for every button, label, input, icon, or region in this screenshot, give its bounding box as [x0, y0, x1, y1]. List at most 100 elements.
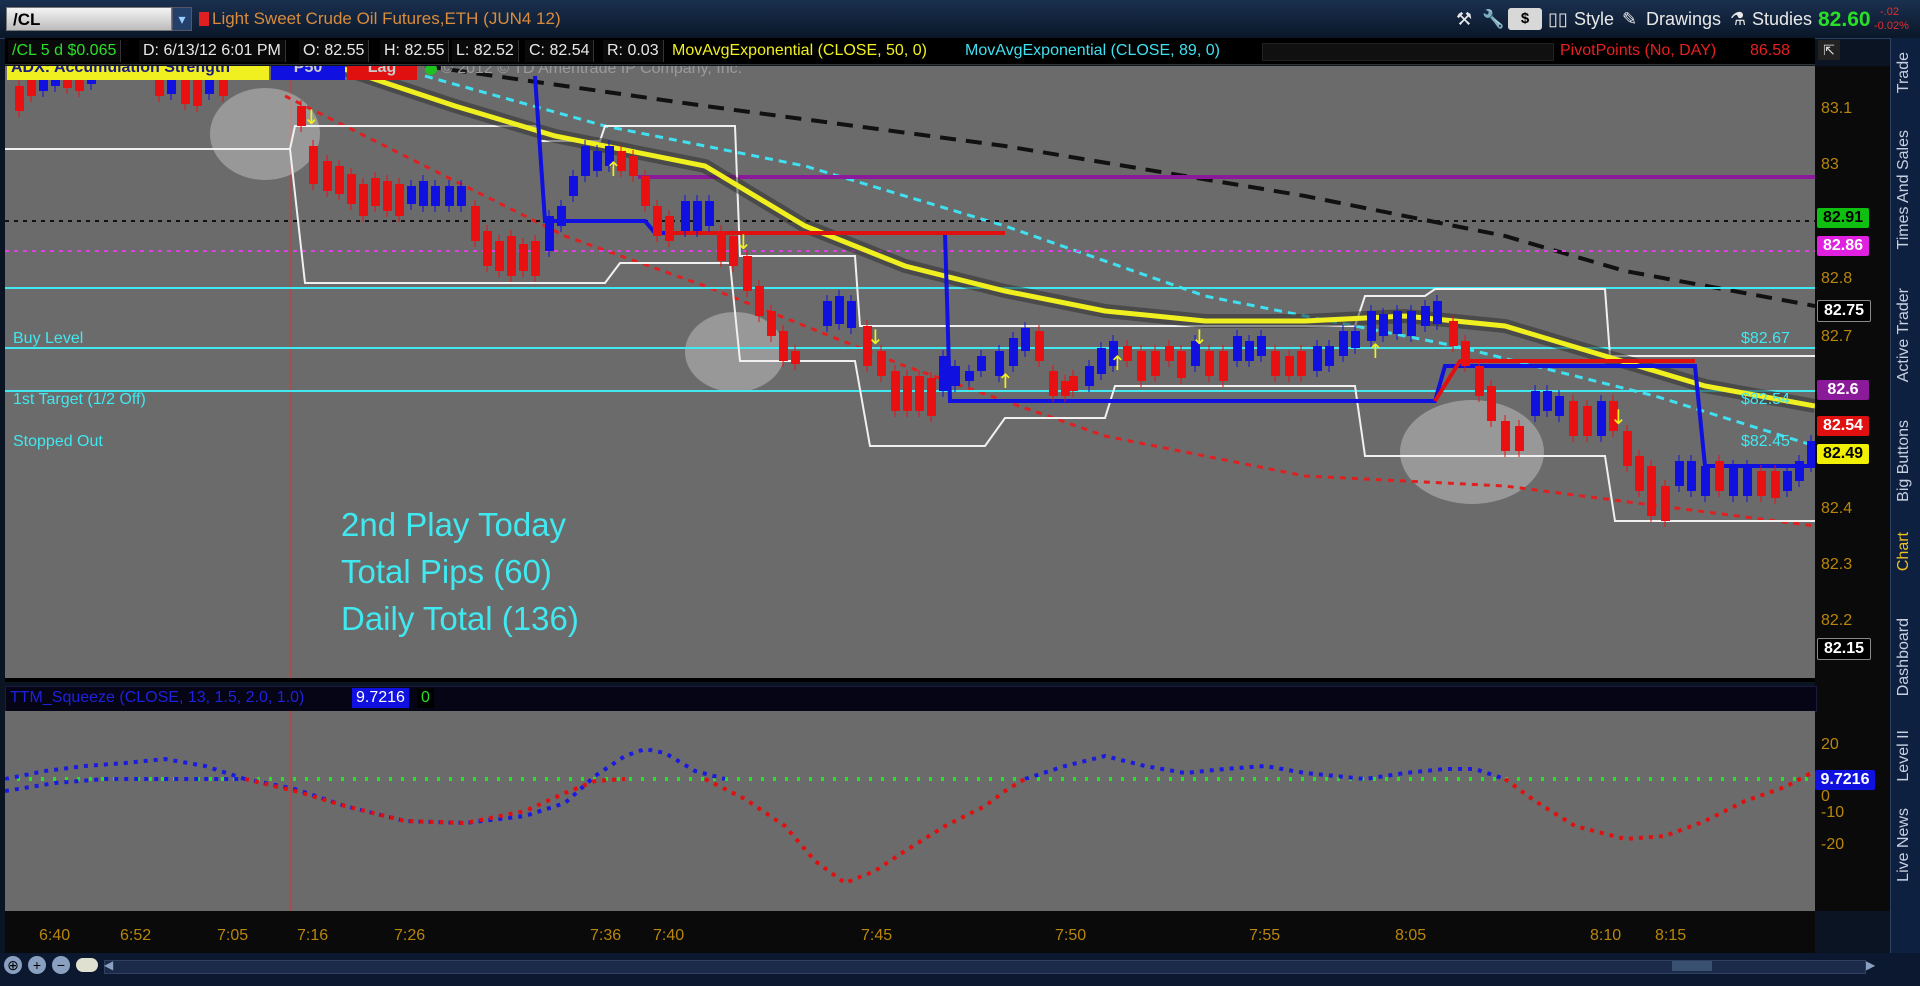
- pivot-label[interactable]: PivotPoints (No, DAY): [1560, 40, 1716, 62]
- drawings-button[interactable]: Drawings: [1646, 8, 1721, 30]
- price-axis[interactable]: 83.1 83 82.8 82.7 82.4 82.3 82.2 82.91 8…: [1815, 66, 1890, 911]
- tab-active-trader[interactable]: Active Trader: [1895, 288, 1913, 382]
- scroll-left-icon[interactable]: ◀: [104, 958, 113, 972]
- tab-level-ii[interactable]: Level II: [1895, 730, 1913, 782]
- channel-lower: [289, 148, 1815, 522]
- pane-separator[interactable]: [5, 678, 1815, 682]
- candle-body: [193, 78, 202, 106]
- price-label-8291: 82.91: [1817, 208, 1869, 228]
- tools-icon[interactable]: ⚒: [1456, 8, 1472, 30]
- candle-body: [1339, 331, 1348, 356]
- ttm-label[interactable]: TTM_Squeeze (CLOSE, 13, 1.5, 2.0, 1.0): [10, 689, 304, 707]
- candle-body: [1165, 346, 1174, 361]
- reset-zoom-icon[interactable]: [76, 958, 98, 972]
- candle-body: [1569, 401, 1578, 436]
- p50-label: P50: [271, 66, 345, 80]
- ema89-label[interactable]: MovAvgExponential (CLOSE, 89, 0): [965, 40, 1220, 62]
- candle-body: [1049, 371, 1058, 396]
- candle-body: [641, 176, 650, 206]
- candle-body: [1583, 406, 1592, 436]
- ema50-label[interactable]: MovAvgExponential (CLOSE, 50, 0): [672, 40, 927, 62]
- candle-body: [1351, 331, 1360, 348]
- wrench-icon[interactable]: 🔧: [1482, 8, 1504, 30]
- price-label-8275: 82.75: [1817, 300, 1871, 322]
- candle-body: [1757, 471, 1766, 496]
- studies-button[interactable]: Studies: [1752, 8, 1812, 30]
- tab-trade[interactable]: Trade: [1895, 52, 1913, 93]
- scroll-track[interactable]: [104, 960, 1866, 974]
- target-price-label: $82.54: [1741, 391, 1790, 408]
- candle-body: [1085, 366, 1094, 386]
- candle-body: [791, 351, 800, 364]
- highlight-circle-1: [210, 88, 320, 180]
- ttm-squeeze-pane[interactable]: [5, 711, 1815, 911]
- candle-body: [1743, 466, 1752, 496]
- momentum-line-2: [1024, 753, 1506, 782]
- range-label: R: 0.03: [603, 40, 664, 62]
- zoom-out-icon[interactable]: −: [52, 956, 70, 974]
- candle-body: [1449, 321, 1458, 346]
- tab-big-buttons[interactable]: Big Buttons: [1895, 420, 1913, 502]
- ttm-value: 9.7216: [352, 688, 409, 708]
- close-label: C: 82.54: [525, 40, 595, 62]
- buy-price-label: $82.67: [1741, 330, 1790, 347]
- x-tick: 7:05: [217, 927, 249, 944]
- candle-body: [1021, 328, 1030, 351]
- momentum-red-3: [1503, 769, 1815, 842]
- time-axis[interactable]: 6:40 6:52 7:05 7:16 7:26 7:36 7:40 7:45 …: [5, 911, 1815, 953]
- scroll-right-icon[interactable]: ▶: [1866, 958, 1875, 972]
- dollar-button[interactable]: $: [1508, 8, 1542, 30]
- crosshair-icon[interactable]: ⊕: [4, 956, 22, 974]
- candle-body: [419, 181, 428, 206]
- price-chart-svg: ↓ ↑ ↓ ↓ ↑ ↑ ↓ ↑ ↓: [5, 66, 1815, 678]
- candle-body: [1313, 346, 1322, 371]
- y-tick: 82.3: [1821, 556, 1853, 573]
- candle-body: [1219, 351, 1228, 381]
- side-tabs: Trade Times And Sales Active Trader Big …: [1890, 38, 1920, 953]
- y-tick: 82.8: [1821, 270, 1853, 287]
- down-arrow-signal: ↓: [1610, 405, 1627, 429]
- style-button[interactable]: Style: [1574, 8, 1614, 30]
- tab-live-news[interactable]: Live News: [1895, 808, 1913, 882]
- candle-body: [767, 311, 776, 336]
- price-label-8215: 82.15: [1817, 638, 1871, 660]
- candle-body: [395, 184, 404, 216]
- candle-body: [1501, 421, 1510, 451]
- zoom-in-icon[interactable]: +: [28, 956, 46, 974]
- last-price: 82.60: [1818, 8, 1871, 31]
- momentum-line-1: [5, 746, 726, 826]
- candle-body: [581, 146, 590, 176]
- candle-body: [903, 376, 912, 411]
- lag-label: Lag: [347, 66, 417, 80]
- interval-label[interactable]: /CL 5 d $0.065: [8, 40, 122, 62]
- momentum-red-2: [704, 777, 1027, 886]
- candle-body: [1233, 336, 1242, 361]
- symbol-dropdown-button[interactable]: ▾: [172, 7, 192, 31]
- ttm-chart-svg: [5, 711, 1815, 911]
- candle-body: [347, 174, 356, 204]
- candle-body: [1407, 311, 1416, 336]
- price-chart[interactable]: ↓ ↑ ↓ ↓ ↑ ↑ ↓ ↑ ↓ ADX: Accumulation Stre…: [5, 66, 1815, 678]
- style-icon: ▯▯: [1548, 9, 1568, 29]
- symbol-input[interactable]: /CL: [6, 7, 172, 31]
- net-change: -.02: [1880, 6, 1899, 18]
- stop-price-label: $82.45: [1741, 433, 1790, 450]
- candle-body: [1245, 341, 1254, 361]
- cursor-icon[interactable]: ⇱: [1818, 40, 1840, 60]
- black-dashed-ma: [424, 66, 1815, 308]
- candle-body: [1061, 381, 1070, 396]
- candle-body: [569, 176, 578, 196]
- y-tick: 83: [1821, 156, 1839, 173]
- candle-body: [1515, 426, 1524, 451]
- scroll-thumb[interactable]: [1672, 961, 1712, 971]
- candle-body: [693, 201, 702, 231]
- tab-chart[interactable]: Chart: [1895, 532, 1913, 571]
- tab-times-and-sales[interactable]: Times And Sales: [1895, 130, 1913, 249]
- candle-body: [779, 331, 788, 361]
- candle-body: [471, 206, 480, 241]
- candle-body: [495, 241, 504, 271]
- tab-dashboard[interactable]: Dashboard: [1895, 618, 1913, 696]
- candle-body: [1687, 461, 1696, 491]
- candle-body: [483, 231, 492, 266]
- up-arrow-signal: ↑: [1109, 351, 1126, 375]
